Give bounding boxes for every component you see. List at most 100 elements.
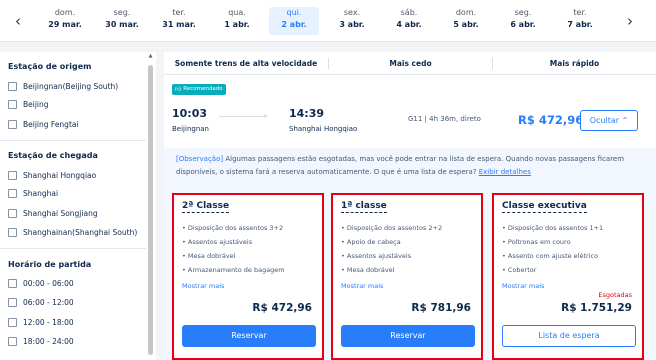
scroll-up-icon[interactable]: ▲ bbox=[147, 53, 154, 59]
badge-label: Recomendado bbox=[183, 86, 223, 92]
filter-option-label: 18:00 - 24:00 bbox=[23, 336, 74, 346]
checkbox[interactable] bbox=[8, 188, 17, 198]
class-feature: • Disposição dos assentos 2+2 bbox=[341, 224, 443, 232]
departure-time: 10:03 bbox=[172, 107, 208, 120]
date-day: sex. bbox=[343, 8, 361, 17]
class-name: 1ª classe bbox=[341, 201, 387, 213]
arrival-time: 14:39 bbox=[289, 107, 325, 120]
date-day: sáb. bbox=[400, 8, 418, 17]
time-filter-option[interactable]: 12:00 - 18:00 bbox=[8, 315, 74, 329]
date-item[interactable]: ter. 31 mar. bbox=[154, 7, 204, 35]
hide-button[interactable]: Ocultar ⌃ bbox=[580, 110, 638, 131]
date-value: 30 mar. bbox=[105, 20, 139, 29]
date-nav-bar: ‹ dom. 29 mar. seg. 30 mar. ter. 31 mar.… bbox=[0, 0, 656, 42]
reserve-button[interactable]: Reservar bbox=[341, 325, 475, 347]
time-filter-option[interactable]: 06:00 - 12:00 bbox=[8, 295, 74, 309]
checkbox[interactable] bbox=[8, 208, 17, 218]
class-feature: • Disposição dos assentos 3+2 bbox=[182, 224, 284, 232]
checkbox[interactable] bbox=[8, 278, 17, 288]
checkbox[interactable] bbox=[8, 170, 17, 180]
date-value: 29 mar. bbox=[48, 20, 82, 29]
show-more-link[interactable]: Mostrar mais bbox=[502, 282, 544, 290]
origin-filter-option[interactable]: Beijingnan(Beijing South) bbox=[8, 79, 118, 93]
date-day: ter. bbox=[573, 8, 587, 17]
route-arrow-icon bbox=[219, 114, 268, 118]
date-item[interactable]: sex. 3 abr. bbox=[327, 7, 377, 35]
class-name: Classe executiva bbox=[502, 201, 587, 213]
class-feature: • Apoio de cabeça bbox=[341, 238, 401, 246]
tab-high-speed-only[interactable]: Somente trens de alta velocidade bbox=[164, 52, 328, 75]
filter-option-label: Beijing bbox=[23, 99, 49, 109]
class-card-business: Classe executiva • Disposição dos assent… bbox=[492, 193, 644, 360]
date-day: ter. bbox=[172, 8, 186, 17]
class-feature: • Assentos ajustáveis bbox=[182, 238, 253, 246]
filter-option-label: Shanghai Songjiang bbox=[23, 208, 98, 218]
checkbox[interactable] bbox=[8, 227, 17, 237]
date-item[interactable]: sáb. 4 abr. bbox=[384, 7, 434, 35]
checkbox[interactable] bbox=[8, 81, 17, 91]
class-feature: • Assentos ajustáveis bbox=[341, 252, 412, 260]
time-filter-option[interactable]: 00:00 - 06:00 bbox=[8, 276, 74, 290]
checkbox[interactable] bbox=[8, 317, 17, 327]
arrival-station: Shanghai Hongqiao bbox=[289, 125, 358, 133]
class-feature: • Armazenamento de bagagem bbox=[182, 266, 285, 274]
waitlist-button[interactable]: Lista de espera bbox=[502, 325, 636, 347]
checkbox[interactable] bbox=[8, 119, 17, 129]
date-value: 4 abr. bbox=[396, 20, 422, 29]
filter-option-label: Beijingnan(Beijing South) bbox=[23, 81, 119, 91]
chevron-right-icon[interactable]: › bbox=[620, 10, 640, 32]
train-result-panel: Somente trens de alta velocidade Mais ce… bbox=[164, 52, 656, 360]
origin-filter-option[interactable]: Beijing Fengtai bbox=[8, 117, 79, 131]
train-info: G11 | 4h 36m, direto bbox=[408, 115, 481, 123]
divider bbox=[0, 248, 146, 249]
origin-filter-option[interactable]: Beijing bbox=[8, 97, 49, 111]
lowest-price: R$ 472,96 bbox=[518, 113, 584, 127]
arrival-filter-option[interactable]: Shanghainan(Shanghai South) bbox=[8, 225, 137, 239]
filter-option-label: 00:00 - 06:00 bbox=[23, 278, 74, 288]
date-day: seg. bbox=[514, 8, 532, 17]
class-feature: • Disposição dos assentos 1+1 bbox=[502, 224, 604, 232]
filter-option-label: 06:00 - 12:00 bbox=[23, 297, 74, 307]
arrival-filter-option[interactable]: Shanghai Hongqiao bbox=[8, 168, 96, 182]
show-details-link[interactable]: Exibir detalhes bbox=[479, 168, 531, 176]
filter-option-label: 12:00 - 18:00 bbox=[23, 317, 74, 327]
show-more-link[interactable]: Mostrar mais bbox=[341, 282, 383, 290]
observation-tag: [Observação] bbox=[176, 155, 224, 163]
scroll-thumb[interactable] bbox=[148, 65, 153, 355]
date-value: 6 abr. bbox=[510, 20, 536, 29]
date-item[interactable]: ter. 7 abr. bbox=[555, 7, 605, 35]
date-item[interactable]: seg. 6 abr. bbox=[498, 7, 548, 35]
date-item[interactable]: qua. 1 abr. bbox=[212, 7, 262, 35]
date-day: dom. bbox=[54, 8, 76, 17]
checkbox[interactable] bbox=[8, 336, 17, 346]
date-item[interactable]: dom. 5 abr. bbox=[441, 7, 491, 35]
filter-option-label: Shanghainan(Shanghai South) bbox=[23, 227, 138, 237]
checkbox[interactable] bbox=[8, 297, 17, 307]
class-feature: • Mesa dobrável bbox=[341, 266, 395, 274]
date-value: 1 abr. bbox=[224, 20, 250, 29]
arrival-filter-option[interactable]: Shanghai Songjiang bbox=[8, 206, 98, 220]
date-item[interactable]: seg. 30 mar. bbox=[97, 7, 147, 35]
origin-station-title: Estação de origem bbox=[8, 62, 92, 71]
thumbs-up-icon: 👍︎ bbox=[175, 86, 182, 93]
class-feature: • Cobertor bbox=[502, 266, 537, 274]
class-name: 2ª Classe bbox=[182, 201, 230, 213]
checkbox[interactable] bbox=[8, 99, 17, 109]
show-more-link[interactable]: Mostrar mais bbox=[182, 282, 224, 290]
reserve-button[interactable]: Reservar bbox=[182, 325, 316, 347]
chevron-left-icon[interactable]: ‹ bbox=[8, 10, 28, 32]
arrival-filter-option[interactable]: Shanghai bbox=[8, 186, 58, 200]
hide-button-label: Ocultar bbox=[589, 116, 620, 125]
tab-fastest[interactable]: Mais rápido bbox=[493, 52, 656, 75]
divider bbox=[0, 140, 146, 141]
time-filter-option[interactable]: 18:00 - 24:00 bbox=[8, 334, 74, 348]
date-day: qua. bbox=[228, 8, 246, 17]
sold-out-status: Esgotadas bbox=[598, 291, 632, 299]
sidebar-scrollbar[interactable]: ▲ bbox=[147, 52, 154, 360]
sort-tabs: Somente trens de alta velocidade Mais ce… bbox=[164, 52, 656, 75]
date-item-selected[interactable]: qui. 2 abr. bbox=[269, 7, 319, 35]
chevron-up-icon: ⌃ bbox=[621, 116, 629, 125]
class-feature: • Assento com ajuste elétrico bbox=[502, 252, 599, 260]
tab-earliest[interactable]: Mais cedo bbox=[329, 52, 492, 75]
date-item[interactable]: dom. 29 mar. bbox=[40, 7, 90, 35]
